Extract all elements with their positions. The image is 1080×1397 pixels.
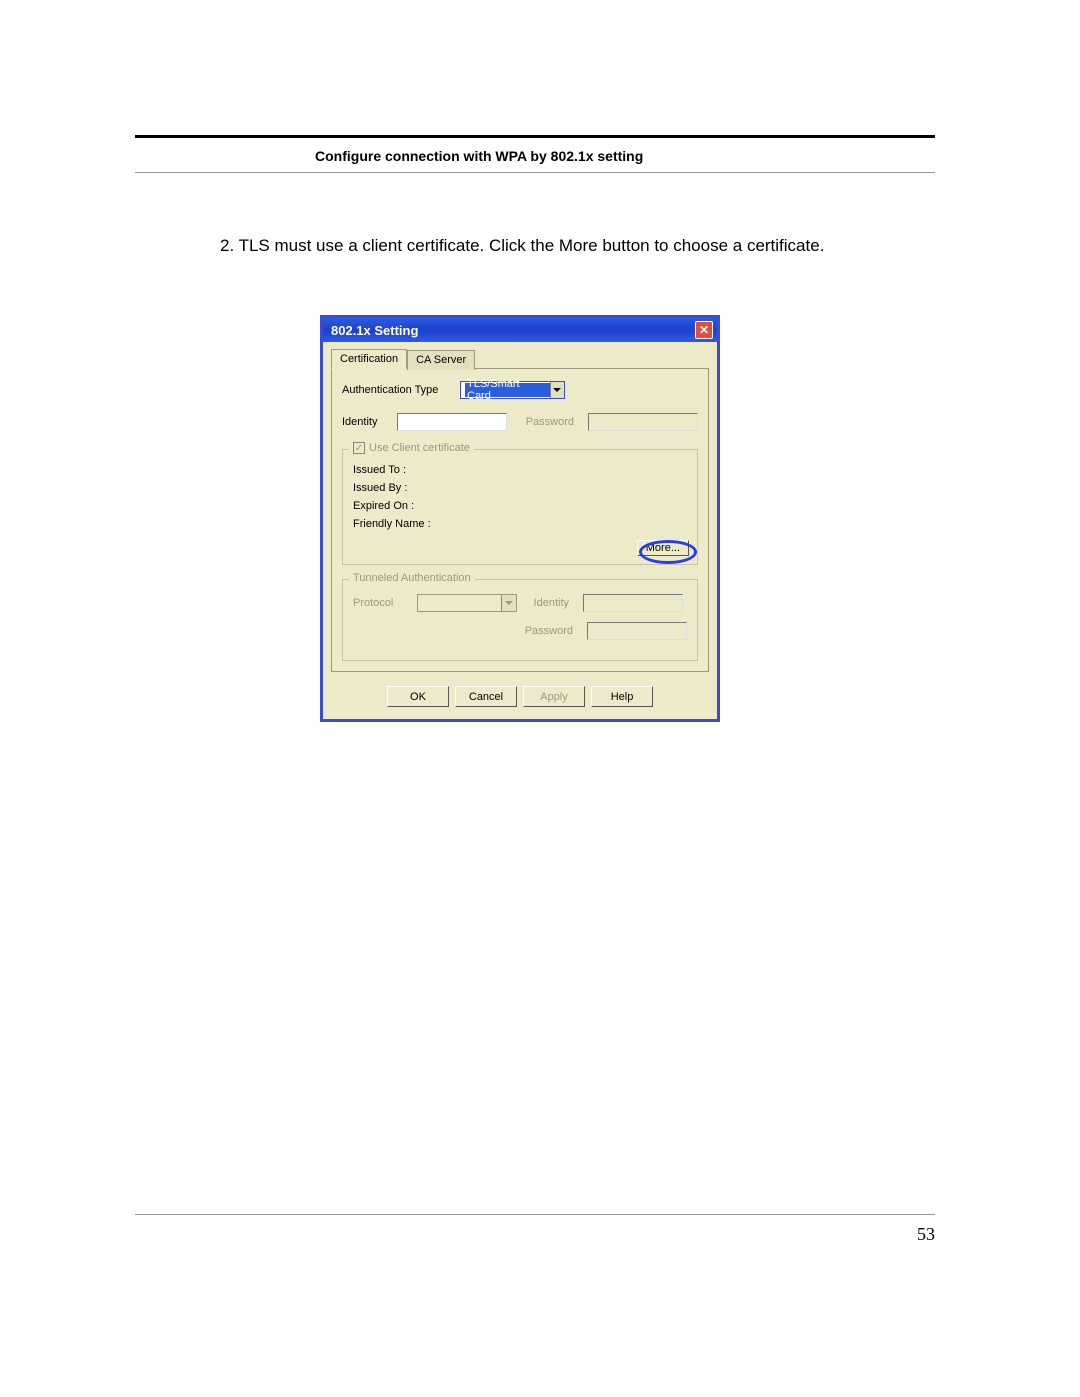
use-client-cert-checkbox[interactable]: ✓ bbox=[353, 442, 365, 454]
more-button[interactable]: More... bbox=[637, 540, 689, 556]
protocol-select bbox=[417, 594, 517, 612]
client-cert-group: ✓ Use Client certificate Issued To : Iss… bbox=[342, 449, 698, 565]
cancel-button-label: Cancel bbox=[469, 691, 503, 703]
page-number: 53 bbox=[917, 1224, 935, 1245]
section-title: Configure connection with WPA by 802.1x … bbox=[315, 148, 935, 164]
tab-ca-server-label: CA Server bbox=[416, 354, 466, 366]
tunnel-identity-input bbox=[583, 594, 683, 612]
ok-button-label: OK bbox=[410, 691, 426, 703]
client-cert-legend: ✓ Use Client certificate bbox=[349, 442, 474, 454]
cancel-button[interactable]: Cancel bbox=[455, 686, 517, 707]
client-cert-legend-label: Use Client certificate bbox=[369, 442, 470, 454]
tab-ca-server[interactable]: CA Server bbox=[407, 350, 475, 370]
tunneled-legend-label: Tunneled Authentication bbox=[353, 572, 471, 584]
chevron-down-icon bbox=[550, 382, 564, 398]
dialog-title: 802.1x Setting bbox=[331, 323, 418, 338]
expired-on-label: Expired On : bbox=[353, 500, 687, 512]
help-button-label: Help bbox=[611, 691, 634, 703]
tunneled-auth-group: Tunneled Authentication Protocol Identit… bbox=[342, 579, 698, 661]
close-button[interactable]: ✕ bbox=[695, 321, 713, 339]
tunnel-password-label: Password bbox=[515, 625, 573, 637]
password-input bbox=[588, 413, 698, 431]
apply-button: Apply bbox=[523, 686, 585, 707]
auth-type-value: TLS/Smart Card bbox=[465, 383, 550, 397]
issued-by-label: Issued By : bbox=[353, 482, 687, 494]
header-thin-rule bbox=[135, 172, 935, 173]
close-icon: ✕ bbox=[699, 324, 709, 336]
identity-label: Identity bbox=[342, 416, 383, 428]
dialog-titlebar: 802.1x Setting ✕ bbox=[323, 318, 717, 342]
friendly-name-label: Friendly Name : bbox=[353, 518, 687, 530]
tunnel-password-input bbox=[587, 622, 687, 640]
auth-type-label: Authentication Type bbox=[342, 384, 452, 396]
step-text: 2. TLS must use a client certificate. Cl… bbox=[220, 233, 935, 259]
chevron-down-icon bbox=[501, 595, 516, 611]
footer-rule bbox=[135, 1214, 935, 1215]
top-rule bbox=[135, 135, 935, 138]
tunneled-legend: Tunneled Authentication bbox=[349, 572, 475, 584]
help-button[interactable]: Help bbox=[591, 686, 653, 707]
tab-panel-certification: Authentication Type TLS/Smart Card Ident… bbox=[331, 368, 709, 672]
tab-certification-label: Certification bbox=[340, 353, 398, 365]
ok-button[interactable]: OK bbox=[387, 686, 449, 707]
tunnel-identity-label: Identity bbox=[523, 597, 569, 609]
more-button-label: More... bbox=[646, 542, 680, 554]
identity-input[interactable] bbox=[397, 413, 507, 431]
tab-strip: Certification CA Server bbox=[331, 349, 709, 369]
password-label: Password bbox=[519, 416, 574, 428]
dialog-8021x-setting: 802.1x Setting ✕ Certification CA Server… bbox=[320, 315, 720, 722]
protocol-label: Protocol bbox=[353, 597, 403, 609]
issued-to-label: Issued To : bbox=[353, 464, 687, 476]
auth-type-select[interactable]: TLS/Smart Card bbox=[460, 381, 565, 399]
apply-button-label: Apply bbox=[540, 691, 568, 703]
tab-certification[interactable]: Certification bbox=[331, 349, 407, 369]
dialog-button-row: OK Cancel Apply Help bbox=[331, 678, 709, 711]
